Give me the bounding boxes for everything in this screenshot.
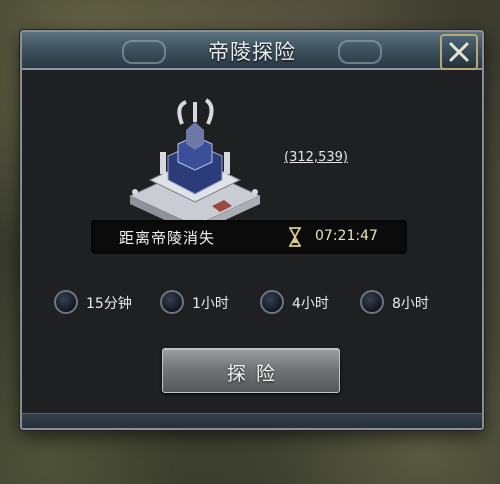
duration-option-8hour[interactable]: 8小时	[360, 290, 440, 318]
duration-label: 8小时	[392, 296, 429, 312]
hourglass-icon	[289, 227, 301, 247]
radio-button[interactable]	[54, 290, 78, 314]
coordinates-link[interactable]: (312,539)	[277, 150, 355, 165]
dialog-title: 帝陵探险	[208, 40, 296, 64]
close-button[interactable]	[440, 34, 478, 70]
explore-button[interactable]: 探险	[162, 348, 340, 393]
duration-label: 15分钟	[86, 296, 132, 312]
duration-label: 1小时	[192, 296, 229, 312]
explore-button-label: 探险	[226, 363, 285, 385]
disappear-timer-bar: 距离帝陵消失 07:21:47	[91, 220, 407, 254]
radio-button[interactable]	[360, 290, 384, 314]
radio-button[interactable]	[260, 290, 284, 314]
duration-option-4hour[interactable]: 4小时	[260, 290, 340, 318]
dialog-title-bar: 帝陵探险	[22, 32, 482, 70]
close-x-icon	[449, 42, 469, 62]
duration-option-15min[interactable]: 15分钟	[54, 290, 144, 318]
mausoleum-building-icon	[128, 98, 262, 234]
duration-label: 4小时	[292, 296, 329, 312]
timer-countdown: 07:21:47	[315, 228, 378, 244]
radio-button[interactable]	[160, 290, 184, 314]
mausoleum-explore-dialog: 帝陵探险 (312,539) 距离帝陵消失 07:21:47 15分钟 1小时 …	[20, 30, 484, 430]
timer-label: 距离帝陵消失	[119, 229, 216, 247]
dialog-footer-strip	[22, 413, 482, 428]
duration-option-1hour[interactable]: 1小时	[160, 290, 240, 318]
